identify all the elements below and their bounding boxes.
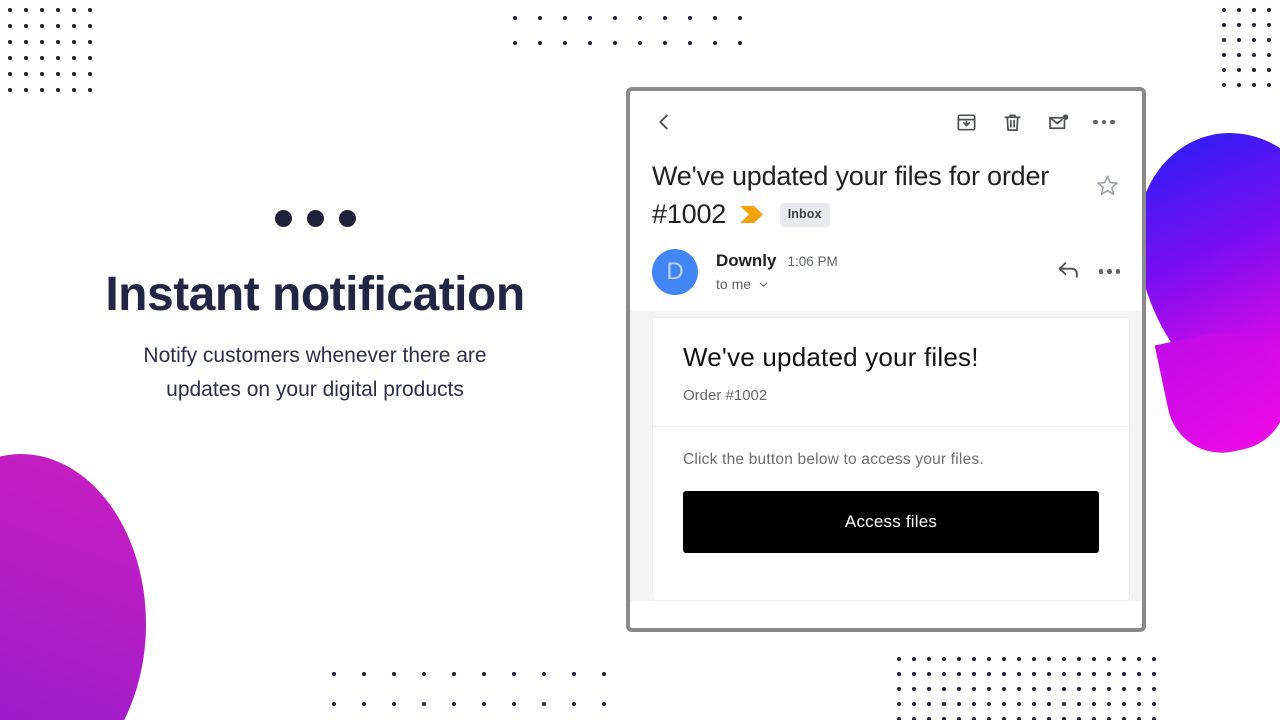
email-body-card: We've updated your files! Order #1002 Cl…	[652, 316, 1130, 601]
slide-canvas: Instant notification Notify customers wh…	[0, 0, 1280, 720]
page-title: Instant notification	[105, 268, 525, 321]
email-body-content: Click the button below to access your fi…	[653, 427, 1129, 553]
important-chevron-icon[interactable]	[739, 196, 765, 234]
back-chevron-icon[interactable]	[644, 102, 684, 142]
sender-actions	[1056, 257, 1127, 287]
hero-subtitle-line-1: Notify customers whenever there are	[143, 343, 487, 367]
more-options-icon[interactable]	[1098, 269, 1120, 274]
access-files-button[interactable]: Access files	[683, 490, 1099, 553]
sender-meta: Downly 1:06 PM to me	[716, 251, 1056, 292]
avatar: D	[652, 248, 698, 295]
email-body-order: Order #1002	[683, 386, 768, 404]
email-subject-line-2: #1002	[652, 199, 727, 230]
sender-name: Downly	[716, 251, 777, 271]
email-body-title: We've updated your files!	[683, 341, 979, 372]
sender-timestamp: 1:06 PM	[787, 254, 838, 270]
label-chip-inbox[interactable]: Inbox	[779, 203, 830, 228]
archive-icon[interactable]	[946, 102, 986, 142]
email-toolbar	[630, 91, 1142, 153]
chevron-down-icon	[757, 278, 770, 291]
hero-subtitle: Notify customers whenever there are upda…	[0, 339, 630, 407]
gradient-blob-left	[0, 454, 146, 720]
three-dots-decoration-icon	[0, 210, 630, 227]
mark-unread-icon[interactable]	[1038, 102, 1078, 142]
star-outline-icon[interactable]	[1091, 157, 1128, 203]
hero-text-block: Instant notification Notify customers wh…	[0, 210, 630, 407]
email-subject-row: We've updated your files for order #1002…	[630, 153, 1142, 235]
email-body-instruction: Click the button below to access your fi…	[683, 450, 984, 468]
email-body-header: We've updated your files! Order #1002	[653, 318, 1129, 427]
recipient-toggle[interactable]: to me	[716, 276, 1056, 292]
email-sender-row: D Downly 1:06 PM to me	[630, 235, 1142, 311]
email-body-backdrop: We've updated your files! Order #1002 Cl…	[630, 310, 1142, 601]
email-subject-line-1: We've updated your files for order	[652, 161, 1050, 191]
reply-icon[interactable]	[1056, 257, 1081, 287]
email-app-frame: We've updated your files for order #1002…	[626, 87, 1146, 632]
email-subject: We've updated your files for order #1002…	[652, 157, 1091, 235]
recipient-label: to me	[716, 276, 752, 293]
more-options-icon[interactable]	[1084, 102, 1124, 142]
trash-icon[interactable]	[992, 102, 1032, 142]
hero-subtitle-line-2: updates on your digital products	[166, 377, 464, 401]
